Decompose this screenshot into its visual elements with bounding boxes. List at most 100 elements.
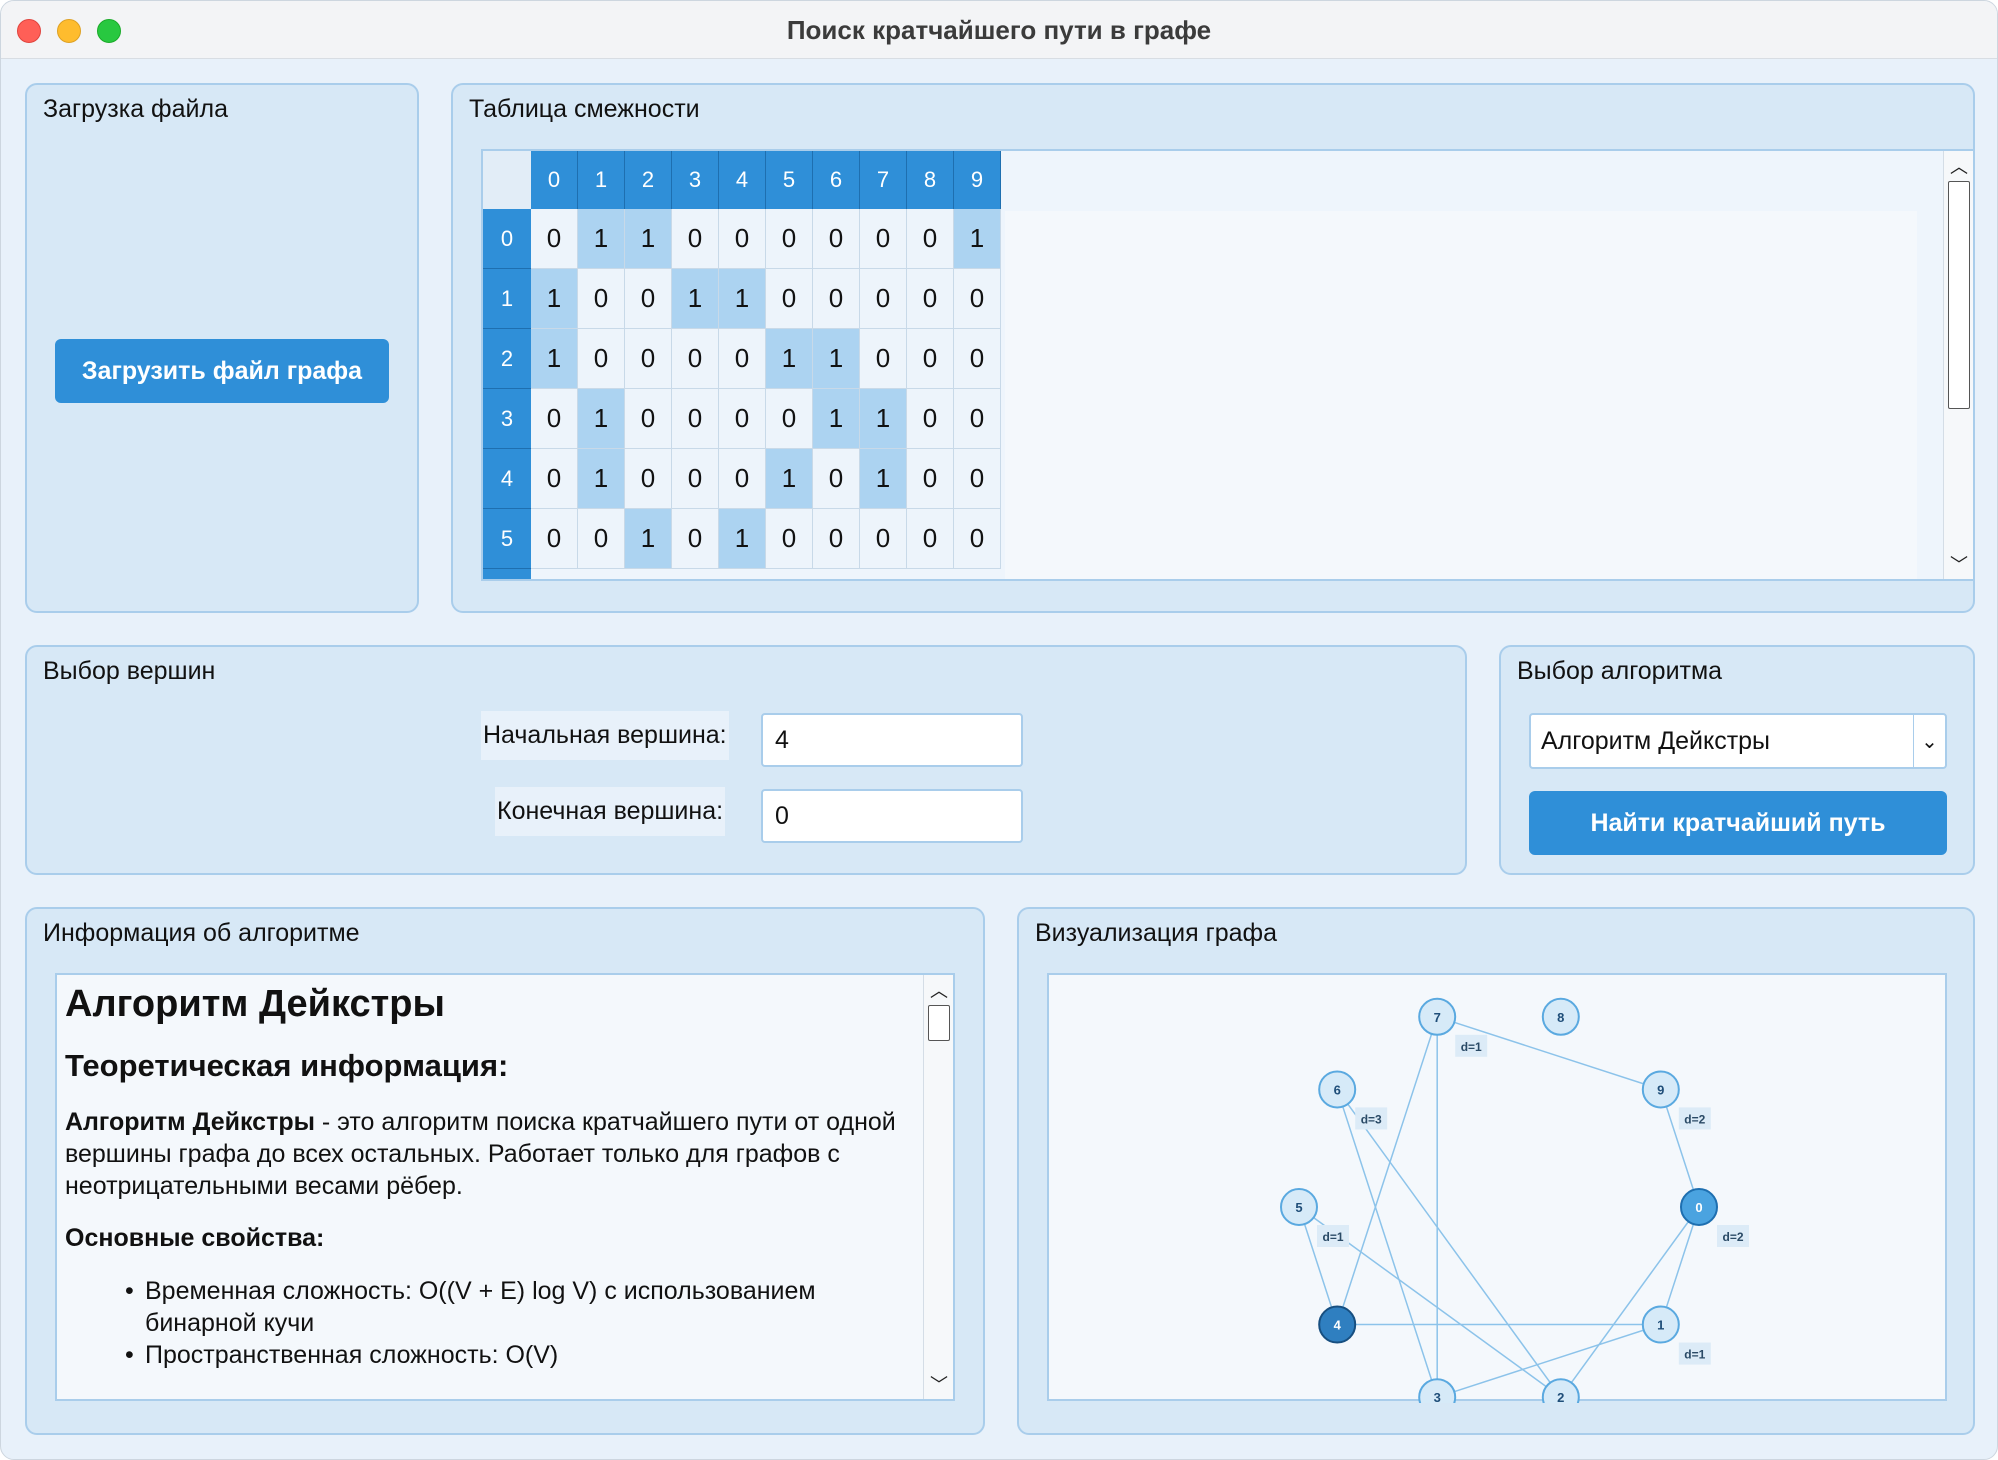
column-header: 5 bbox=[766, 151, 813, 209]
table-cell: 0 bbox=[625, 449, 672, 509]
end-vertex-label: Конечная вершина: bbox=[495, 787, 726, 836]
table-cell: 1 bbox=[719, 509, 766, 569]
graph-node-label: 8 bbox=[1557, 1010, 1564, 1025]
table-cell: 0 bbox=[954, 389, 1001, 449]
scroll-down-icon[interactable]: ﹀ bbox=[924, 1371, 953, 1397]
table-cell: 0 bbox=[578, 509, 625, 569]
info-property-item: • Временная сложность: O((V + E) log V) с… bbox=[65, 1275, 915, 1339]
graph-edge bbox=[1336, 1089, 1562, 1398]
graph-node-label: 0 bbox=[1695, 1200, 1702, 1215]
table-cell: 0 bbox=[860, 269, 907, 329]
table-cell: 1 bbox=[766, 329, 813, 389]
table-cell: 0 bbox=[907, 449, 954, 509]
table-cell: 1 bbox=[625, 509, 672, 569]
start-vertex-label: Начальная вершина: bbox=[481, 711, 729, 760]
distance-label: d=1 bbox=[1461, 1040, 1482, 1054]
info-property-text: Пространственная сложность: O(V) bbox=[145, 1341, 559, 1369]
graph-svg: d=20d=11d=22d=234d=15d=36d=178d=29 bbox=[1280, 997, 1749, 1438]
row-header: 4 bbox=[483, 449, 531, 509]
table-cell: 0 bbox=[954, 329, 1001, 389]
info-subheading: Теоретическая информация: bbox=[65, 1048, 509, 1083]
app-window: Поиск кратчайшего пути в графе Загрузка … bbox=[0, 0, 1998, 1460]
table-cell: 1 bbox=[578, 449, 625, 509]
table-cell: 1 bbox=[766, 449, 813, 509]
table-cell: 0 bbox=[813, 269, 860, 329]
table-body-fill bbox=[1005, 211, 1917, 579]
file-load-group: Загрузка файла Загрузить файл графа bbox=[25, 83, 419, 613]
table-cell: 0 bbox=[672, 509, 719, 569]
scroll-thumb[interactable] bbox=[928, 1005, 950, 1041]
table-cell: 0 bbox=[672, 329, 719, 389]
algorithm-info-title: Информация об алгоритме bbox=[43, 919, 360, 947]
table-header-fill bbox=[1005, 151, 1917, 211]
distance-label: d=2 bbox=[1684, 1112, 1705, 1126]
end-vertex-input[interactable]: 0 bbox=[761, 789, 1023, 843]
row-header: 3 bbox=[483, 389, 531, 449]
table-cell: 0 bbox=[719, 389, 766, 449]
info-intro-bold: Алгоритм Дейкстры bbox=[65, 1108, 315, 1136]
table-cell: 0 bbox=[719, 209, 766, 269]
graph-canvas[interactable]: d=20d=11d=22d=234d=15d=36d=178d=29 bbox=[1047, 973, 1947, 1438]
algorithm-select-group: Выбор алгоритма Алгоритм Дейкстры ⌄ Найт… bbox=[1499, 645, 1975, 875]
table-cell: 1 bbox=[860, 389, 907, 449]
column-header: 7 bbox=[860, 151, 907, 209]
table-cell: 0 bbox=[766, 269, 813, 329]
window-title: Поиск кратчайшего пути в графе bbox=[786, 15, 1212, 45]
row-header: 1 bbox=[483, 269, 531, 329]
table-vertical-scrollbar[interactable]: ︿ ﹀ bbox=[1943, 151, 1973, 579]
graph-node-label: 2 bbox=[1557, 1390, 1564, 1403]
table-cell: 0 bbox=[954, 449, 1001, 509]
table-cell: 0 bbox=[860, 329, 907, 389]
algorithm-dropdown[interactable]: Алгоритм Дейкстры ⌄ bbox=[1529, 713, 1947, 769]
row-header-partial bbox=[483, 569, 531, 579]
graph-node-label: 6 bbox=[1334, 1082, 1341, 1097]
info-vertical-scrollbar[interactable]: ︿ ﹀ bbox=[923, 975, 953, 1399]
table-cell: 0 bbox=[907, 209, 954, 269]
table-cell: 0 bbox=[907, 389, 954, 449]
row-header: 5 bbox=[483, 509, 531, 569]
distance-label: d=3 bbox=[1361, 1112, 1382, 1126]
distance-label: d=1 bbox=[1322, 1230, 1343, 1244]
table-cell: 0 bbox=[578, 269, 625, 329]
table-cell: 0 bbox=[766, 389, 813, 449]
table-cell: 0 bbox=[766, 509, 813, 569]
table-cell: 0 bbox=[531, 209, 578, 269]
table-cell: 0 bbox=[672, 389, 719, 449]
load-graph-file-button[interactable]: Загрузить файл графа bbox=[55, 339, 389, 403]
column-header: 8 bbox=[907, 151, 954, 209]
table-cell: 0 bbox=[860, 209, 907, 269]
row-header: 0 bbox=[483, 209, 531, 269]
algorithm-dropdown-value: Алгоритм Дейкстры bbox=[1541, 726, 1771, 755]
scroll-up-icon[interactable]: ︿ bbox=[1944, 153, 1973, 179]
adjacency-table: ︿ ﹀ 012345678900110000001110011000002100… bbox=[481, 149, 1975, 581]
column-header: 3 bbox=[672, 151, 719, 209]
algorithm-info-group: Информация об алгоритме Алгоритм Дейкстр… bbox=[25, 907, 985, 1435]
start-vertex-input[interactable]: 4 bbox=[761, 713, 1023, 767]
distance-label: d=2 bbox=[1722, 1230, 1743, 1244]
table-cell: 0 bbox=[813, 449, 860, 509]
bullet-icon: • bbox=[125, 1341, 134, 1369]
adjacency-title: Таблица смежности bbox=[469, 95, 700, 123]
graph-node-label: 4 bbox=[1334, 1318, 1342, 1333]
find-shortest-path-button[interactable]: Найти кратчайший путь bbox=[1529, 791, 1947, 855]
scroll-up-icon[interactable]: ︿ bbox=[924, 977, 953, 1003]
table-cell: 1 bbox=[625, 209, 672, 269]
table-cell: 0 bbox=[531, 389, 578, 449]
scroll-thumb[interactable] bbox=[1948, 181, 1970, 409]
info-property-text: Временная сложность: O((V + E) log V) с … bbox=[145, 1277, 816, 1337]
table-corner bbox=[483, 151, 531, 209]
table-cell: 1 bbox=[954, 209, 1001, 269]
chevron-down-icon: ⌄ bbox=[1913, 715, 1945, 767]
table-cell: 0 bbox=[719, 449, 766, 509]
table-cell: 0 bbox=[578, 329, 625, 389]
algorithm-info-text-area[interactable]: Алгоритм Дейкстры Теоретическая информац… bbox=[55, 973, 955, 1401]
table-cell: 1 bbox=[578, 209, 625, 269]
column-header: 2 bbox=[625, 151, 672, 209]
table-cell: 1 bbox=[578, 389, 625, 449]
graph-node-label: 1 bbox=[1657, 1318, 1664, 1333]
algorithm-select-title: Выбор алгоритма bbox=[1517, 657, 1723, 685]
table-cell: 0 bbox=[625, 269, 672, 329]
scroll-down-icon[interactable]: ﹀ bbox=[1944, 551, 1973, 577]
table-cell: 1 bbox=[813, 329, 860, 389]
table-cell: 0 bbox=[954, 269, 1001, 329]
